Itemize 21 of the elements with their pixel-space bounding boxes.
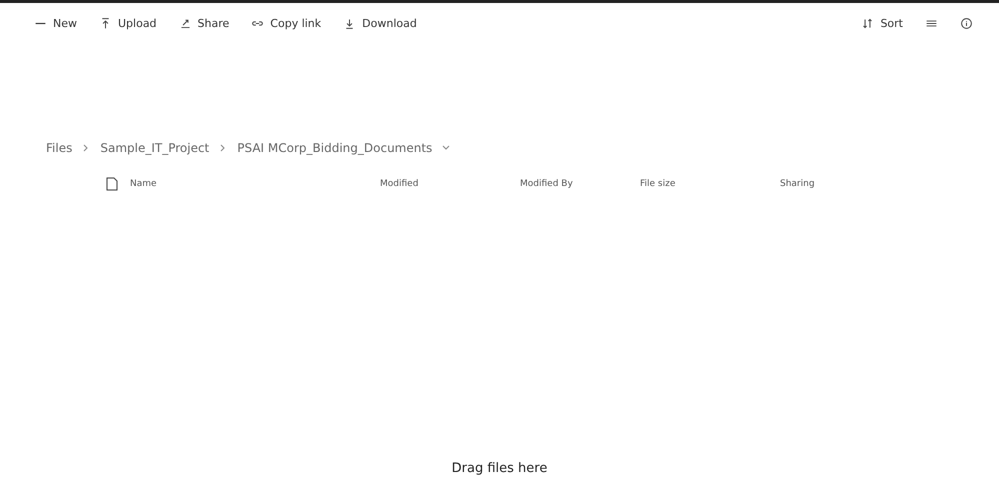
column-header[interactable]: File size — [640, 179, 780, 189]
caret-icon[interactable] — [442, 144, 450, 152]
sort-icon — [861, 16, 874, 30]
column-header[interactable]: Modified By — [520, 179, 640, 189]
breadcrumb-item[interactable]: Sample_IT_Project — [100, 141, 210, 155]
share-button[interactable]: Share — [174, 14, 234, 32]
sort-button[interactable]: Sort — [857, 14, 907, 32]
info-icon — [960, 16, 973, 30]
column-header[interactable]: Name — [130, 179, 380, 189]
upload-button[interactable]: Upload — [95, 14, 161, 32]
chevron-icon — [219, 144, 228, 152]
chevron-icon — [82, 144, 90, 152]
download-button[interactable]: Download — [339, 14, 421, 32]
file-type-icon — [106, 177, 118, 191]
breadcrumb-item[interactable]: PSAI MCorp_Bidding_Documents — [237, 141, 432, 155]
link-button[interactable]: Copy link — [247, 14, 326, 32]
breadcrumb-item[interactable]: Files — [46, 141, 72, 155]
column-header[interactable]: Modified — [380, 179, 520, 189]
drop-hint: Drag files here — [450, 461, 548, 476]
new-button[interactable]: New — [30, 14, 81, 32]
column-header[interactable]: Sharing — [780, 179, 880, 189]
